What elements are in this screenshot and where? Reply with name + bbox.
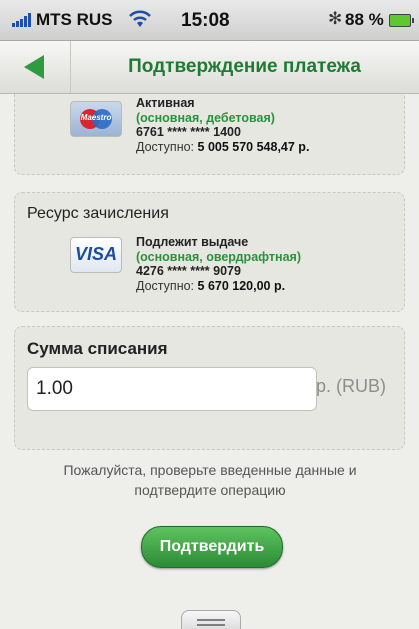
available-label: Доступно: [136, 139, 195, 154]
amount-title: Сумма списания [27, 339, 168, 358]
card-type: (основная, овердрафтная) [136, 249, 302, 264]
navigation-bar: Подтверждение платежа [0, 41, 419, 94]
menu-handle[interactable] [181, 610, 241, 629]
available-label: Доступно: [136, 278, 195, 293]
currency-label: р. (RUB) [316, 376, 387, 396]
card-status: Подлежит выдаче [136, 235, 249, 249]
resource-title: Ресурс зачисления [27, 205, 169, 222]
back-arrow-icon [24, 55, 44, 79]
status-bar: MTS RUS 15:08 ✻ 88 % [0, 0, 419, 41]
card-number: 4276 **** **** 9079 [136, 264, 241, 278]
confirm-button[interactable]: Подтвердить [141, 526, 283, 568]
available-balance: 5 670 120,00 р. [197, 278, 286, 293]
card-status: Активная [136, 96, 195, 110]
battery-percent: 88 % [345, 10, 384, 29]
card-number: 6761 **** **** 1400 [136, 125, 241, 139]
status-time: 15:08 [181, 10, 230, 31]
battery-icon [389, 14, 414, 27]
visa-logo-icon: VISA [70, 237, 122, 273]
resource-panel: Ресурс зачисления VISA Подлежит выдаче (… [14, 192, 405, 312]
bluetooth-icon: ✻ [328, 9, 343, 28]
amount-panel: Сумма списания 1.00 р. (RUB) [14, 326, 405, 450]
wifi-icon [129, 10, 151, 27]
available-balance: 5 005 570 548,47 р. [197, 139, 310, 154]
source-card-panel: Maestro Активная (основная, дебетовая) 6… [14, 94, 405, 175]
confirmation-notice: Пожалуйста, проверьте введенные данные и… [63, 462, 357, 498]
resource-card-info[interactable]: Подлежит выдаче (основная, овердрафтная)… [136, 235, 301, 293]
maestro-logo-icon: Maestro [70, 101, 122, 137]
source-card-info[interactable]: Активная (основная, дебетовая) 6761 ****… [136, 96, 309, 154]
handle-line-icon [197, 619, 225, 621]
content-area[interactable]: Maestro Активная (основная, дебетовая) 6… [0, 94, 419, 629]
card-type: (основная, дебетовая) [136, 110, 275, 125]
amount-input[interactable]: 1.00 [27, 367, 317, 411]
page-title: Подтверждение платежа [128, 56, 361, 77]
handle-line-icon [197, 624, 225, 626]
carrier-name: MTS RUS [36, 10, 113, 29]
signal-strength-icon [12, 13, 31, 27]
back-button[interactable] [0, 41, 71, 93]
